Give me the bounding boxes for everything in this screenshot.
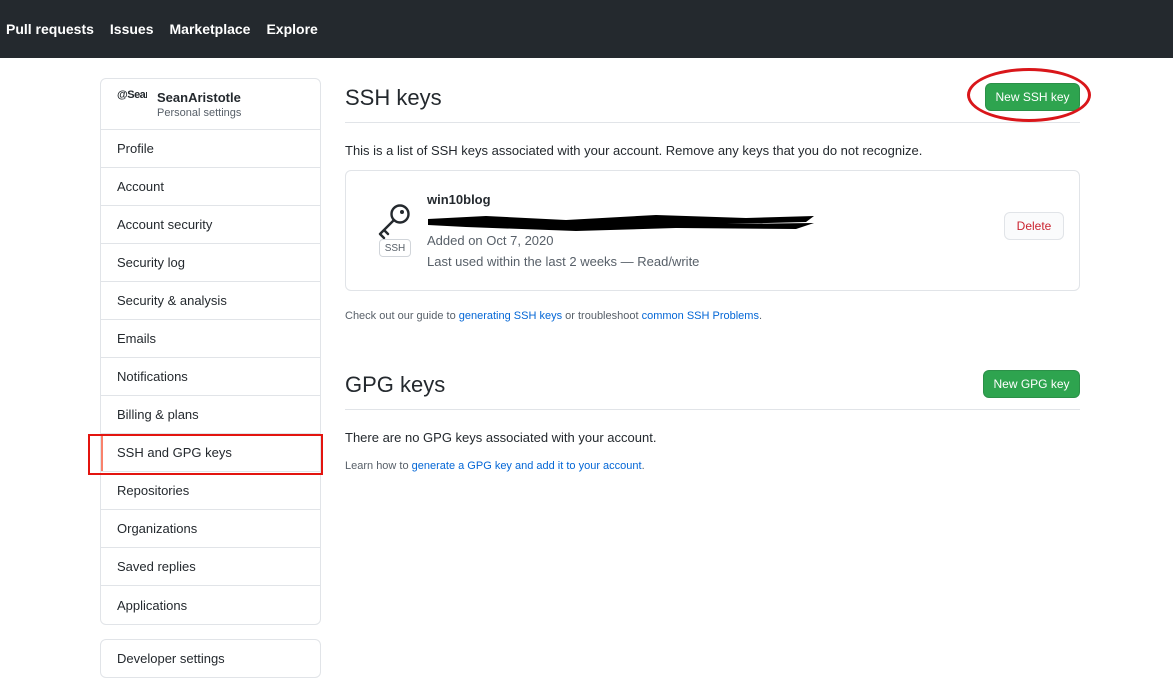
delete-ssh-key-button[interactable]: Delete <box>1004 212 1064 240</box>
sidebar-user-header[interactable]: @SeanAr SeanAristotle Personal settings <box>101 79 320 130</box>
sidebar-item-emails[interactable]: Emails <box>101 320 320 358</box>
avatar[interactable]: @SeanAr <box>117 89 147 119</box>
learn-text-pre: Learn how to <box>345 460 412 472</box>
nav-marketplace[interactable]: Marketplace <box>170 21 251 37</box>
ssh-divider <box>345 122 1080 123</box>
sidebar-item-ssh-gpg-keys[interactable]: SSH and GPG keys <box>101 434 320 472</box>
generate-gpg-key-link[interactable]: generate a GPG key and add it to your ac… <box>412 460 642 472</box>
ssh-keys-title: SSH keys <box>345 85 442 110</box>
redacted-fingerprint <box>428 215 814 231</box>
sidebar-item-repositories[interactable]: Repositories <box>101 472 320 510</box>
learn-text-post: . <box>641 460 645 472</box>
user-info: SeanAristotle Personal settings <box>157 90 241 119</box>
ssh-key-last-used: Last used within the last 2 weeks — Read… <box>427 254 700 269</box>
guide-text-post: . <box>758 310 763 322</box>
common-ssh-problems-link[interactable]: common SSH Problems <box>642 310 759 322</box>
ssh-key-added-date: Added on Oct 7, 2020 <box>427 233 554 248</box>
ssh-guide-text: Check out our guide to generating SSH ke… <box>345 310 762 322</box>
sidebar-item-saved-replies[interactable]: Saved replies <box>101 548 320 586</box>
nav-pull-requests[interactable]: Pull requests <box>6 21 94 37</box>
gpg-learn-text: Learn how to generate a GPG key and add … <box>345 460 645 472</box>
gpg-divider <box>345 409 1080 410</box>
sidebar-item-organizations[interactable]: Organizations <box>101 510 320 548</box>
new-gpg-key-button[interactable]: New GPG key <box>983 370 1080 398</box>
top-header: Pull requests Issues Marketplace Explore <box>0 0 1173 58</box>
guide-text-mid: or troubleshoot <box>562 310 642 322</box>
ssh-key-card: SSH win10blog Added on Oct 7, 2020 Last … <box>345 170 1080 291</box>
sidebar-item-applications[interactable]: Applications <box>101 586 320 624</box>
gpg-empty-message: There are no GPG keys associated with yo… <box>345 430 657 445</box>
sidebar-item-account[interactable]: Account <box>101 168 320 206</box>
username[interactable]: SeanAristotle <box>157 90 241 105</box>
sidebar-item-profile[interactable]: Profile <box>101 130 320 168</box>
key-icon <box>378 204 410 240</box>
ssh-badge: SSH <box>379 239 411 257</box>
settings-sidebar: @SeanAr SeanAristotle Personal settings … <box>100 78 321 625</box>
sidebar-item-notifications[interactable]: Notifications <box>101 358 320 396</box>
ssh-key-name: win10blog <box>427 192 491 207</box>
personal-settings-label: Personal settings <box>157 106 242 119</box>
sidebar-item-developer-settings[interactable]: Developer settings <box>100 639 321 678</box>
ssh-description: This is a list of SSH keys associated wi… <box>345 143 923 158</box>
new-ssh-key-button[interactable]: New SSH key <box>985 83 1080 111</box>
nav-explore[interactable]: Explore <box>266 21 317 37</box>
nav-issues[interactable]: Issues <box>110 21 154 37</box>
sidebar-item-security-analysis[interactable]: Security & analysis <box>101 282 320 320</box>
gpg-keys-title: GPG keys <box>345 372 446 397</box>
sidebar-item-security-log[interactable]: Security log <box>101 244 320 282</box>
sidebar-item-account-security[interactable]: Account security <box>101 206 320 244</box>
sidebar-item-billing[interactable]: Billing & plans <box>101 396 320 434</box>
top-nav: Pull requests Issues Marketplace Explore <box>6 0 334 58</box>
guide-text-pre: Check out our guide to <box>345 310 459 322</box>
generating-ssh-keys-link[interactable]: generating SSH keys <box>459 310 562 322</box>
